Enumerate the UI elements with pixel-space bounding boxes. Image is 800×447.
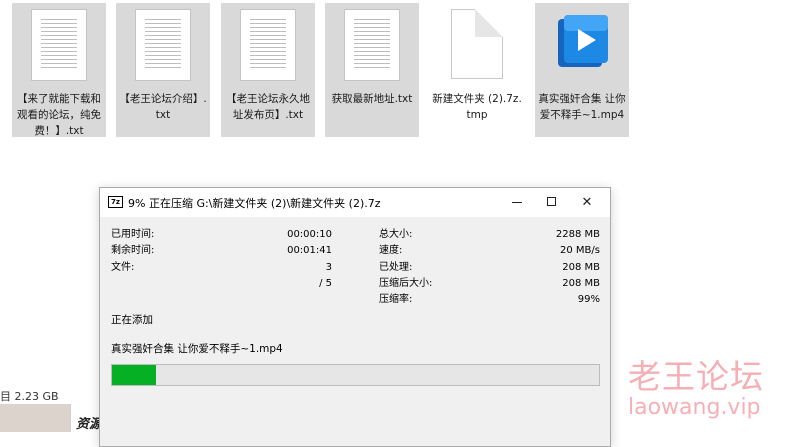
file-name: 【老王论坛永久地址发布页】.txt <box>226 93 310 121</box>
speed-label: 速度: <box>379 245 403 256</box>
maximize-button[interactable] <box>534 188 568 217</box>
processed-value: 208 MB <box>562 262 600 273</box>
dialog-title: 9% 正在压缩 G:\新建文件夹 (2)\新建文件夹 (2).7z <box>128 197 381 210</box>
files-count-value: 3 <box>325 262 332 273</box>
divider <box>70 404 71 432</box>
dialog-titlebar[interactable]: 7z 9% 正在压缩 G:\新建文件夹 (2)\新建文件夹 (2).7z ✕ <box>100 188 610 217</box>
close-icon: ✕ <box>581 195 593 210</box>
video-file-icon <box>554 9 610 81</box>
file-name: 【老王论坛介绍】.txt <box>119 93 207 121</box>
total-size-value: 2288 MB <box>555 229 600 240</box>
compression-progress-dialog: 7z 9% 正在压缩 G:\新建文件夹 (2)\新建文件夹 (2).7z ✕ 已… <box>99 187 611 447</box>
minimize-button[interactable] <box>500 188 534 217</box>
files-total-value: / 5 <box>319 278 332 289</box>
progress-bar-fill <box>112 365 156 385</box>
remaining-time-label: 剩余时间: <box>111 245 155 256</box>
text-document-icon <box>31 9 87 81</box>
compression-ratio-label: 压缩率: <box>379 294 413 305</box>
file-item-txt-3[interactable]: 【老王论坛永久地址发布页】.txt <box>221 3 315 137</box>
text-document-icon <box>344 9 400 81</box>
watermark-cn: 老王论坛 <box>628 357 764 396</box>
maximize-icon <box>546 197 556 206</box>
files-label: 文件: <box>111 262 135 273</box>
elapsed-time-label: 已用时间: <box>111 229 155 240</box>
status-label: 正在添加 <box>111 314 153 326</box>
file-item-txt-4[interactable]: 获取最新地址.txt <box>325 3 419 137</box>
text-document-icon <box>135 9 191 81</box>
watermark-en: laowang.vip <box>628 395 761 420</box>
compression-ratio-value: 99% <box>577 294 600 305</box>
7zip-app-icon: 7z <box>108 196 123 208</box>
minimize-icon <box>512 202 522 203</box>
file-item-mp4[interactable]: 真实强奸合集 让你爱不释手~1.mp4 <box>535 3 629 137</box>
file-name: 真实强奸合集 让你爱不释手~1.mp4 <box>538 93 626 121</box>
file-item-tmp[interactable]: 新建文件夹 (2).7z.tmp <box>430 3 524 137</box>
close-button[interactable]: ✕ <box>570 188 604 217</box>
storage-status: 目 2.23 GB <box>0 390 59 403</box>
file-item-txt-2[interactable]: 【老王论坛介绍】.txt <box>116 3 210 137</box>
remaining-time-value: 00:01:41 <box>287 245 332 256</box>
file-name: 【来了就能下载和观看的论坛，纯免费！】.txt <box>17 93 101 137</box>
speed-value: 20 MB/s <box>560 245 600 256</box>
text-document-icon <box>240 9 296 81</box>
progress-bar <box>111 364 600 386</box>
compressed-size-value: 208 MB <box>562 278 600 289</box>
file-name: 获取最新地址.txt <box>331 93 413 105</box>
current-file-name: 真实强奸合集 让你爱不释手~1.mp4 <box>111 343 283 355</box>
elapsed-time-value: 00:00:10 <box>287 229 332 240</box>
compressed-size-label: 压缩后大小: <box>379 278 433 289</box>
file-name: 新建文件夹 (2).7z.tmp <box>432 93 522 121</box>
total-size-label: 总大小: <box>379 229 413 240</box>
processed-label: 已处理: <box>379 262 413 273</box>
thumbnail-strip <box>0 404 70 432</box>
blank-file-icon <box>449 9 505 81</box>
file-item-txt-1[interactable]: 【来了就能下载和观看的论坛，纯免费！】.txt <box>12 3 106 137</box>
